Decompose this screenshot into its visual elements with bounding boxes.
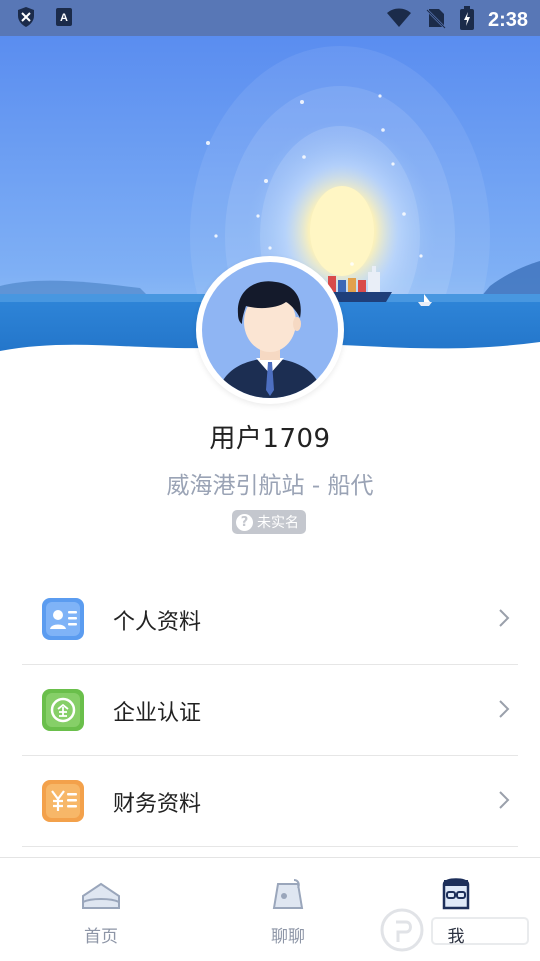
menu-item-enterprise-verification[interactable]: 企业认证 <box>22 665 518 756</box>
avatar[interactable] <box>196 256 344 404</box>
menu-item-finance-info[interactable]: 财务资料 <box>22 756 518 847</box>
chevron-right-icon <box>499 791 510 809</box>
verification-status-label: 未实名 <box>257 515 299 531</box>
menu-item-label: 企业认证 <box>113 701 202 726</box>
tab-home[interactable]: 首页 <box>41 858 161 961</box>
battery-icon <box>459 6 474 34</box>
chevron-right-icon <box>499 700 510 718</box>
home-icon <box>82 882 120 909</box>
clock-time: 2:38 <box>487 8 528 31</box>
watermark-logo <box>380 908 529 952</box>
finance-icon <box>42 780 84 822</box>
id-card-icon <box>42 598 84 640</box>
tab-chat[interactable]: 聊聊 <box>228 858 348 961</box>
no-sim-icon <box>426 7 446 33</box>
verification-status-badge[interactable]: ? 未实名 <box>232 510 306 534</box>
shield-icon <box>16 6 36 32</box>
question-icon: ? <box>236 513 253 531</box>
menu-item-label: 个人资料 <box>113 610 202 635</box>
profile-menu: 个人资料 企业认证 财务资料 <box>22 574 540 847</box>
enterprise-icon <box>42 689 84 731</box>
status-bar: A 2:38 <box>0 0 540 36</box>
user-name: 用户1709 <box>209 424 331 454</box>
menu-item-label: 财务资料 <box>113 792 202 817</box>
chevron-right-icon <box>499 609 510 627</box>
menu-item-personal-info[interactable]: 个人资料 <box>22 574 518 665</box>
keyboard-a-icon: A <box>54 6 74 32</box>
chat-icon <box>272 879 304 909</box>
svg-text:A: A <box>60 12 68 24</box>
wifi-icon <box>386 8 412 32</box>
tab-label: 聊聊 <box>271 927 305 947</box>
tab-label: 首页 <box>84 927 118 947</box>
user-organization: 威海港引航站 - 船代 <box>166 473 374 499</box>
